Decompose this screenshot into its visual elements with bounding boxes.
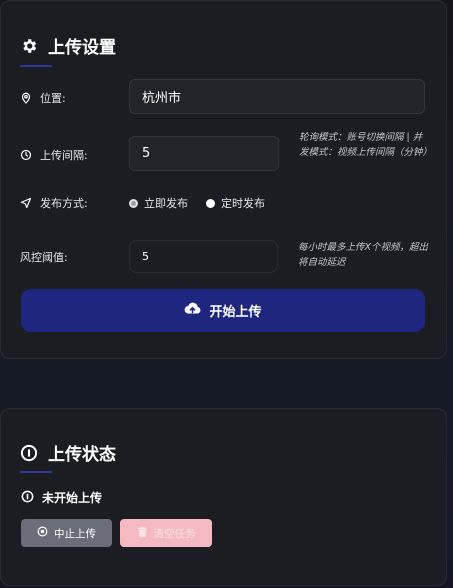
upload-settings-header: 上传设置 xyxy=(20,33,116,58)
title-underline xyxy=(20,65,52,67)
status-text: 未开始上传 xyxy=(21,489,102,506)
interval-hint: 轮询模式：账号切换间隔 | 并发模式：视频上传间隔（分钟） xyxy=(299,132,433,158)
send-icon xyxy=(20,197,32,209)
cloud-upload-icon xyxy=(184,302,201,320)
radio-publish-now[interactable]: 立即发布 xyxy=(129,195,188,211)
map-pin-icon xyxy=(20,92,32,104)
stop-circle-icon xyxy=(37,526,48,540)
radio-unchecked-icon xyxy=(206,198,215,208)
info-icon xyxy=(21,490,34,506)
location-label: 位置: xyxy=(20,90,66,106)
location-input[interactable]: 杭州市 xyxy=(129,79,425,114)
title-underline xyxy=(20,471,52,473)
risk-threshold-label: 风控阈值: xyxy=(20,251,68,264)
start-upload-button[interactable]: 开始上传 xyxy=(21,289,425,332)
clear-tasks-button[interactable]: 清空任务 xyxy=(120,519,212,547)
gear-icon xyxy=(20,37,38,55)
risk-threshold-hint: 每小时最多上传X个视频，超出将自动延迟 xyxy=(298,242,429,268)
upload-status-header: 上传状态 xyxy=(20,440,116,465)
radio-publish-scheduled[interactable]: 定时发布 xyxy=(206,195,265,211)
publish-mode-label: 发布方式: xyxy=(20,195,88,211)
interval-input[interactable]: 5 xyxy=(129,136,279,171)
interval-label: 上传间隔: xyxy=(20,147,88,163)
stop-upload-button[interactable]: 中止上传 xyxy=(21,519,112,547)
radio-checked-icon xyxy=(129,198,138,208)
risk-threshold-input[interactable]: 5 xyxy=(129,240,278,273)
info-icon xyxy=(20,444,38,462)
status-title: 上传状态 xyxy=(48,445,116,465)
page-title: 上传设置 xyxy=(48,38,116,58)
clock-icon xyxy=(20,149,32,161)
trash-icon xyxy=(137,526,148,541)
